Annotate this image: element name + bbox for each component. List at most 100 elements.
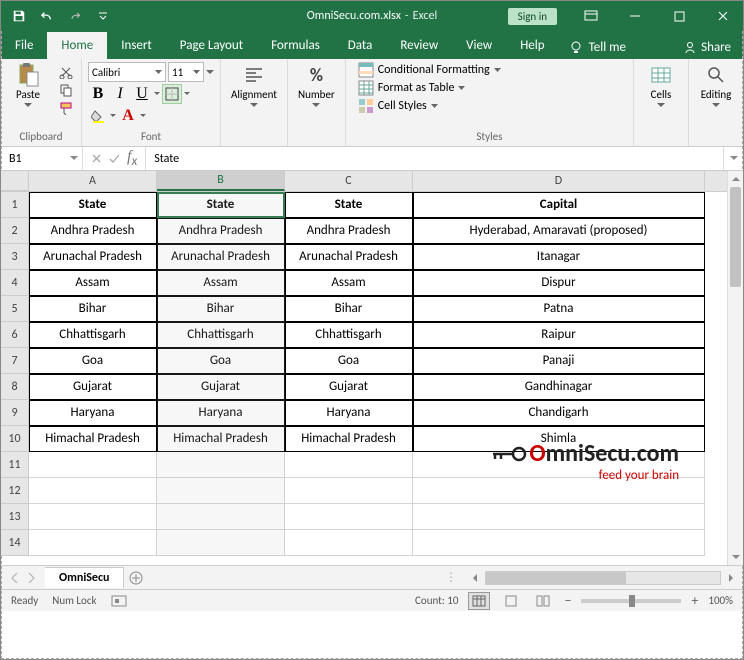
tab-data[interactable]: Data bbox=[334, 32, 387, 59]
tab-help[interactable]: Help bbox=[506, 32, 558, 59]
caret-down-icon[interactable] bbox=[206, 70, 214, 75]
format-painter-icon[interactable] bbox=[57, 100, 75, 116]
cell[interactable]: Haryana bbox=[29, 400, 157, 426]
cell[interactable] bbox=[157, 478, 285, 504]
cell[interactable] bbox=[285, 452, 413, 478]
cell[interactable]: Gujarat bbox=[157, 374, 285, 400]
cell[interactable]: Bihar bbox=[29, 296, 157, 322]
font-size-combo[interactable]: 11 bbox=[168, 62, 204, 82]
cell[interactable] bbox=[285, 530, 413, 556]
cell[interactable]: Dispur bbox=[413, 270, 705, 296]
column-header[interactable]: D bbox=[413, 171, 705, 191]
cell[interactable]: Haryana bbox=[285, 400, 413, 426]
cell[interactable] bbox=[29, 478, 157, 504]
column-header[interactable]: A bbox=[29, 171, 157, 191]
italic-button[interactable]: I bbox=[110, 84, 130, 104]
caret-down-icon[interactable] bbox=[110, 114, 116, 119]
cell[interactable]: Capital bbox=[413, 192, 705, 218]
row-header[interactable]: 11 bbox=[1, 452, 29, 478]
page-break-view-icon[interactable] bbox=[532, 592, 554, 610]
cell[interactable] bbox=[157, 452, 285, 478]
cell[interactable]: Raipur bbox=[413, 322, 705, 348]
accept-formula-icon[interactable] bbox=[108, 153, 121, 164]
cell[interactable] bbox=[413, 478, 705, 504]
cell[interactable]: Assam bbox=[29, 270, 157, 296]
cancel-formula-icon[interactable] bbox=[91, 153, 102, 164]
cell[interactable]: Hyderabad, Amaravati (proposed) bbox=[413, 218, 705, 244]
row-header[interactable]: 1 bbox=[1, 192, 29, 218]
row-header[interactable]: 14 bbox=[1, 530, 29, 556]
cell[interactable]: Gujarat bbox=[29, 374, 157, 400]
next-sheet-icon[interactable] bbox=[27, 573, 35, 583]
font-color-button[interactable]: A bbox=[118, 106, 138, 126]
cell[interactable]: Panaji bbox=[413, 348, 705, 374]
scroll-right-icon[interactable] bbox=[723, 570, 739, 586]
vertical-scrollbar[interactable] bbox=[727, 171, 743, 565]
undo-icon[interactable] bbox=[35, 4, 59, 28]
cell[interactable]: Himachal Pradesh bbox=[157, 426, 285, 452]
row-header[interactable]: 13 bbox=[1, 504, 29, 530]
scroll-up-icon[interactable] bbox=[728, 171, 743, 187]
column-header[interactable]: C bbox=[285, 171, 413, 191]
cell[interactable]: Chandigarh bbox=[413, 400, 705, 426]
tab-view[interactable]: View bbox=[452, 32, 506, 59]
copy-icon[interactable] bbox=[57, 82, 75, 98]
prev-sheet-icon[interactable] bbox=[11, 573, 19, 583]
scroll-left-icon[interactable] bbox=[467, 570, 483, 586]
cell[interactable]: Bihar bbox=[157, 296, 285, 322]
underline-button[interactable]: U bbox=[132, 84, 152, 104]
ribbon-options-icon[interactable] bbox=[571, 1, 611, 31]
cell[interactable]: Goa bbox=[285, 348, 413, 374]
row-header[interactable]: 3 bbox=[1, 244, 29, 270]
close-icon[interactable] bbox=[703, 1, 743, 31]
cell[interactable]: State bbox=[157, 192, 285, 218]
cell[interactable]: Himachal Pradesh bbox=[285, 426, 413, 452]
zoom-slider[interactable] bbox=[581, 599, 681, 603]
cell[interactable] bbox=[157, 504, 285, 530]
number-button[interactable]: % Number bbox=[294, 62, 339, 110]
row-header[interactable]: 2 bbox=[1, 218, 29, 244]
qat-dropdown-icon[interactable] bbox=[91, 4, 115, 28]
cell[interactable] bbox=[29, 530, 157, 556]
cell[interactable]: Arunachal Pradesh bbox=[29, 244, 157, 270]
cell[interactable] bbox=[413, 452, 705, 478]
row-header[interactable]: 6 bbox=[1, 322, 29, 348]
cell[interactable]: State bbox=[29, 192, 157, 218]
formula-input[interactable]: State bbox=[146, 147, 723, 170]
cell[interactable]: Andhra Pradesh bbox=[29, 218, 157, 244]
font-name-combo[interactable]: Calibri bbox=[88, 62, 166, 82]
cell[interactable] bbox=[29, 504, 157, 530]
cell[interactable]: Chhattisgarh bbox=[29, 322, 157, 348]
sheet-tab[interactable]: OmniSecu bbox=[45, 567, 124, 588]
caret-down-icon[interactable] bbox=[184, 92, 190, 97]
cell[interactable] bbox=[29, 452, 157, 478]
caret-down-icon[interactable] bbox=[140, 114, 146, 119]
cell[interactable]: Chhattisgarh bbox=[285, 322, 413, 348]
tab-insert[interactable]: Insert bbox=[107, 32, 166, 59]
cell[interactable] bbox=[285, 504, 413, 530]
cell[interactable]: Bihar bbox=[285, 296, 413, 322]
add-sheet-button[interactable] bbox=[124, 566, 148, 590]
tab-formulas[interactable]: Formulas bbox=[257, 32, 334, 59]
paste-button[interactable]: Paste bbox=[7, 62, 49, 110]
cell[interactable]: Patna bbox=[413, 296, 705, 322]
row-header[interactable]: 5 bbox=[1, 296, 29, 322]
name-box[interactable]: B1 bbox=[1, 147, 83, 170]
tab-review[interactable]: Review bbox=[386, 32, 452, 59]
conditional-formatting-button[interactable]: Conditional Formatting bbox=[358, 62, 501, 78]
column-header[interactable]: B bbox=[157, 171, 285, 191]
row-header[interactable]: 8 bbox=[1, 374, 29, 400]
scroll-down-icon[interactable] bbox=[728, 549, 743, 565]
row-header[interactable]: 12 bbox=[1, 478, 29, 504]
cell[interactable] bbox=[413, 530, 705, 556]
zoom-in-button[interactable]: + bbox=[691, 592, 698, 609]
cell[interactable] bbox=[285, 478, 413, 504]
share-button[interactable]: Share bbox=[671, 36, 743, 59]
editing-button[interactable]: Editing bbox=[695, 62, 737, 110]
row-header[interactable]: 7 bbox=[1, 348, 29, 374]
border-button[interactable] bbox=[162, 84, 182, 104]
alignment-button[interactable]: Alignment bbox=[227, 62, 281, 110]
cell[interactable]: Assam bbox=[285, 270, 413, 296]
macro-record-icon[interactable] bbox=[111, 595, 127, 607]
tab-file[interactable]: File bbox=[1, 32, 47, 59]
